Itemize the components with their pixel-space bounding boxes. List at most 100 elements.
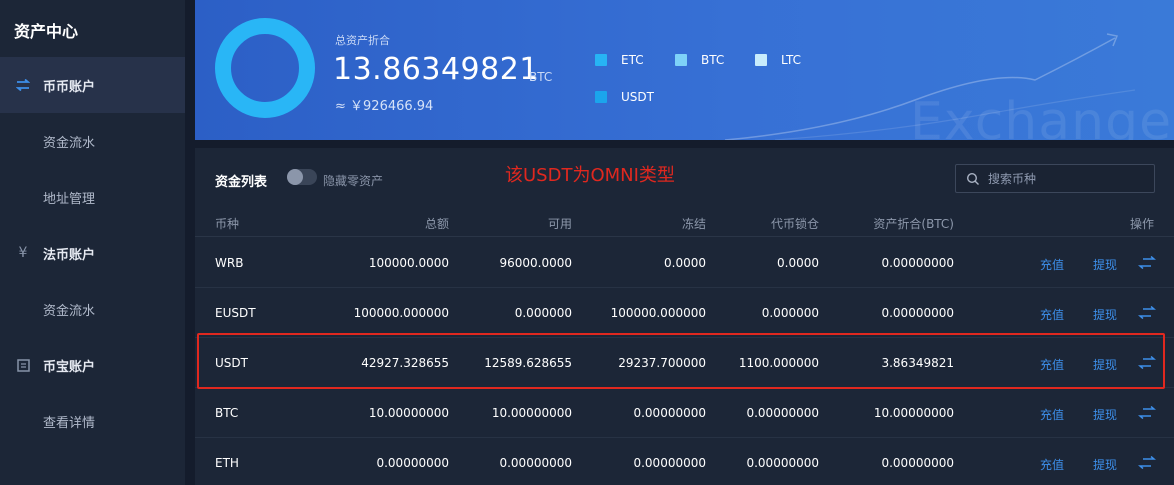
sidebar-item-fiat-account[interactable]: ¥ 法币账户	[0, 225, 185, 281]
cell-coin: BTC	[215, 406, 239, 420]
legend-item-ltc: LTC	[755, 53, 801, 67]
deposit-link[interactable]: 充值	[1040, 356, 1064, 373]
cell-total: 0.00000000	[376, 456, 449, 470]
deposit-link[interactable]: 充值	[1040, 406, 1064, 423]
transfer-icon[interactable]	[1138, 256, 1156, 270]
legend-item-usdt: USDT	[595, 90, 654, 104]
banner-watermark: Exchange	[910, 92, 1173, 140]
sidebar: 资产中心 币币账户 资金流水 地址管理 ¥ 法币账户 资金流水 币宝账户 查看详	[0, 0, 185, 485]
sidebar-item-address-management[interactable]: 地址管理	[0, 169, 185, 225]
sidebar-title: 资产中心	[14, 22, 79, 41]
cell-btc-value: 0.00000000	[881, 456, 954, 470]
cell-btc-value: 0.00000000	[881, 256, 954, 270]
cell-available: 12589.628655	[484, 356, 572, 370]
legend-item-etc: ETC	[595, 53, 644, 67]
yen-icon: ¥	[18, 245, 28, 261]
cell-total: 10.00000000	[368, 406, 449, 420]
cell-frozen: 29237.700000	[618, 356, 706, 370]
usdt-omni-note: 该USDT为OMNI类型	[505, 165, 675, 186]
legend-swatch	[595, 91, 607, 103]
cell-coin: EUSDT	[215, 306, 256, 320]
cell-total: 42927.328655	[361, 356, 449, 370]
toggle-knob	[287, 169, 303, 185]
sidebar-item-view-details[interactable]: 查看详情	[0, 393, 185, 449]
hide-zero-assets-label: 隐藏零资产	[323, 174, 384, 188]
sidebar-item-label: 资金流水	[43, 135, 96, 151]
total-assets-value: 13.86349821	[333, 52, 539, 87]
transfer-icon[interactable]	[1138, 456, 1156, 470]
legend-swatch	[675, 54, 687, 66]
wallet-icon	[16, 358, 30, 372]
sidebar-item-label: 币宝账户	[43, 359, 96, 375]
legend-swatch	[595, 54, 607, 66]
deposit-link[interactable]: 充值	[1040, 456, 1064, 473]
table-row: BTC 10.00000000 10.00000000 0.00000000 0.000…	[195, 388, 1174, 438]
sidebar-item-coin-account[interactable]: 币币账户	[0, 57, 185, 113]
total-assets-label: 总资产折合	[335, 34, 390, 47]
sidebar-item-coin-fund-flow[interactable]: 资金流水	[0, 113, 185, 169]
legend-label: LTC	[781, 53, 802, 67]
coin-search-box[interactable]	[955, 164, 1155, 193]
deposit-link[interactable]: 充值	[1040, 256, 1064, 273]
search-icon	[966, 172, 979, 185]
deposit-link[interactable]: 充值	[1040, 306, 1064, 323]
search-input[interactable]	[988, 171, 1148, 186]
cell-available: 10.00000000	[491, 406, 572, 420]
asset-donut-chart	[215, 18, 315, 118]
cell-locked: 1100.000000	[738, 356, 819, 370]
column-header-btc-value: 资产折合(BTC)	[873, 217, 954, 231]
column-header-actions: 操作	[1129, 217, 1154, 231]
sidebar-item-label: 查看详情	[43, 415, 96, 431]
cell-coin: USDT	[215, 356, 248, 370]
withdraw-link[interactable]: 提现	[1093, 356, 1117, 373]
cell-btc-value: 0.00000000	[881, 306, 954, 320]
legend-swatch	[755, 54, 767, 66]
legend-label: ETC	[621, 53, 644, 67]
cell-total: 100000.0000	[368, 256, 449, 270]
hide-zero-assets-toggle[interactable]	[287, 169, 317, 185]
fund-list-panel: 资金列表 隐藏零资产 该USDT为OMNI类型 币种 总额 可用 冻结 代币锁仓…	[195, 148, 1174, 485]
cell-locked: 0.000000	[761, 306, 819, 320]
cell-frozen: 0.00000000	[633, 456, 706, 470]
transfer-icon[interactable]	[1138, 406, 1156, 420]
transfer-icon[interactable]	[1138, 356, 1156, 370]
cell-available: 96000.0000	[499, 256, 572, 270]
asset-summary-banner: Exchange 总资产折合 13.86349821 BTC ≈ ￥926466…	[195, 0, 1174, 140]
cell-btc-value: 3.86349821	[881, 356, 954, 370]
table-row: ETH 0.00000000 0.00000000 0.00000000 0.00000…	[195, 438, 1174, 485]
column-header-coin: 币种	[215, 217, 240, 231]
withdraw-link[interactable]: 提现	[1093, 306, 1117, 323]
column-header-total: 总额	[424, 217, 449, 231]
transfer-icon[interactable]	[1138, 306, 1156, 320]
withdraw-link[interactable]: 提现	[1093, 456, 1117, 473]
column-header-frozen: 冻结	[681, 217, 706, 231]
sidebar-item-label: 地址管理	[43, 191, 96, 207]
swap-arrows-icon	[16, 78, 30, 92]
legend-label: BTC	[701, 53, 725, 67]
cell-coin: WRB	[215, 256, 244, 270]
table-row: WRB 100000.0000 96000.0000 0.0000 0.0000 0.00…	[195, 238, 1174, 288]
legend-label: USDT	[621, 90, 654, 104]
panel-title: 资金列表	[215, 175, 268, 190]
total-assets-cny: ≈ ￥926466.94	[335, 99, 434, 114]
asset-center-app: 资产中心 币币账户 资金流水 地址管理 ¥ 法币账户 资金流水 币宝账户 查看详	[0, 0, 1174, 485]
cell-available: 0.000000	[514, 306, 572, 320]
cell-locked: 0.0000	[777, 256, 819, 270]
legend-item-btc: BTC	[675, 53, 724, 67]
cell-total: 100000.000000	[353, 306, 449, 320]
column-header-available: 可用	[547, 217, 572, 231]
sidebar-item-label: 资金流水	[43, 303, 96, 319]
withdraw-link[interactable]: 提现	[1093, 256, 1117, 273]
total-assets-unit: BTC	[529, 70, 553, 84]
table-row: USDT 42927.328655 12589.628655 29237.700000…	[195, 338, 1174, 388]
cell-available: 0.00000000	[499, 456, 572, 470]
cell-coin: ETH	[215, 456, 239, 470]
cell-frozen: 100000.000000	[610, 306, 706, 320]
cell-locked: 0.00000000	[746, 406, 819, 420]
cell-locked: 0.00000000	[746, 456, 819, 470]
sidebar-item-fiat-fund-flow[interactable]: 资金流水	[0, 281, 185, 337]
withdraw-link[interactable]: 提现	[1093, 406, 1117, 423]
sidebar-item-label: 币币账户	[43, 79, 96, 95]
sidebar-item-label: 法币账户	[43, 247, 96, 263]
sidebar-item-coinbao-account[interactable]: 币宝账户	[0, 337, 185, 393]
